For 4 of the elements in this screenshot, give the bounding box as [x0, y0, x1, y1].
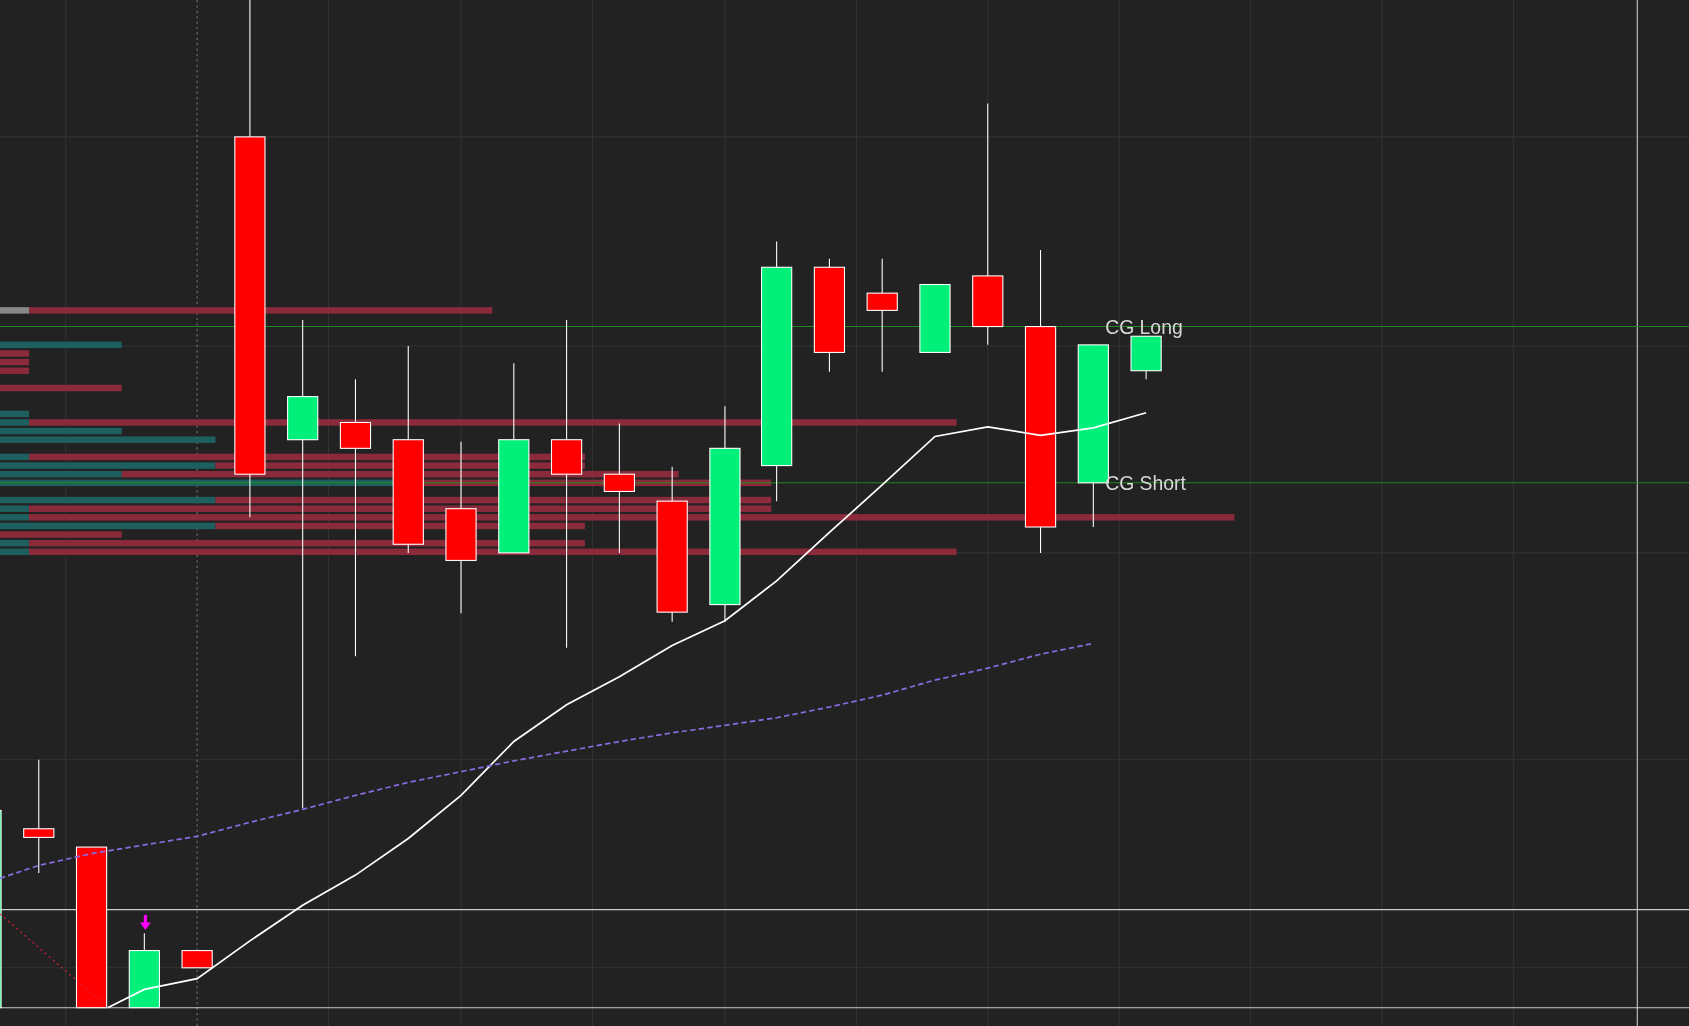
candle [919, 283, 951, 353]
candle [181, 950, 213, 969]
down-arrow-icon [140, 915, 151, 931]
level-label: CG Short [1105, 472, 1186, 495]
